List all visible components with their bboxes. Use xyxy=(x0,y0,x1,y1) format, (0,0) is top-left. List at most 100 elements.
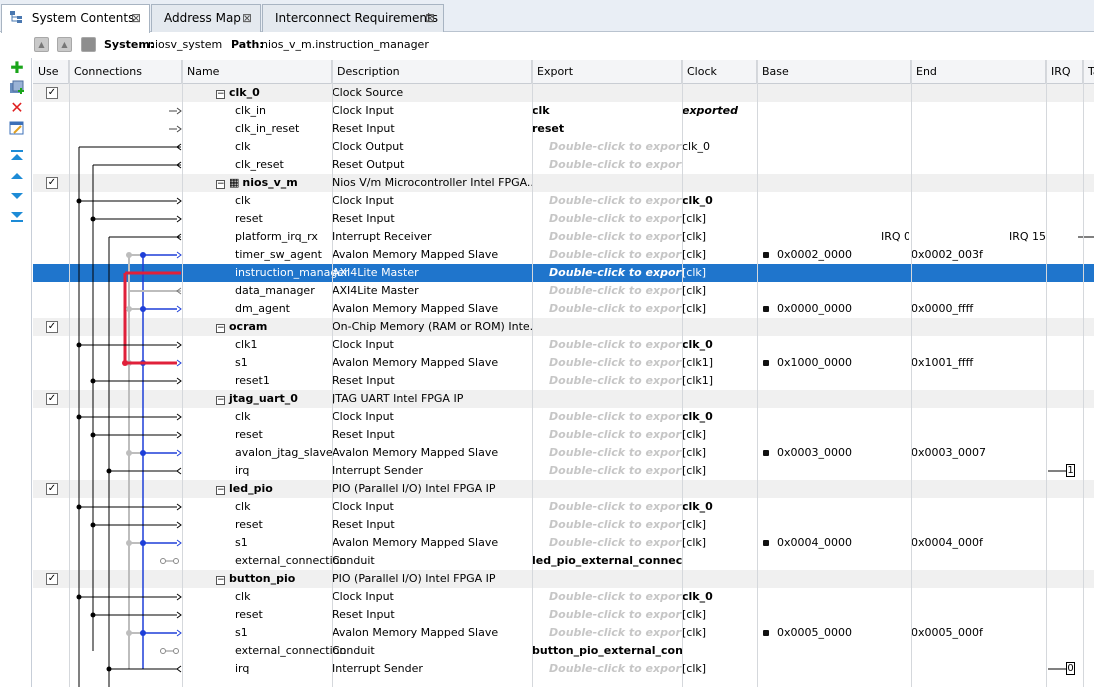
column-header-description[interactable]: Description xyxy=(332,60,532,84)
export-cell[interactable]: reset xyxy=(532,120,682,138)
export-hint[interactable]: Double-click to export xyxy=(532,498,682,516)
clock-cell[interactable]: [clk] xyxy=(682,282,758,300)
unconnected-port[interactable] xyxy=(160,648,166,654)
column-header-use[interactable]: Use xyxy=(33,60,69,84)
export-hint[interactable]: Double-click to export xyxy=(532,210,682,228)
connections-graph[interactable] xyxy=(33,84,213,687)
clock-cell[interactable]: clk_0 xyxy=(682,408,758,426)
column-header-export[interactable]: Export xyxy=(532,60,682,84)
end-address-cell[interactable]: 0x0003_0007 xyxy=(911,444,1041,462)
collapse-icon[interactable]: − xyxy=(216,90,225,99)
tab-system-contents[interactable]: System Contents ⊠ xyxy=(1,4,150,33)
lock-icon[interactable] xyxy=(763,450,769,456)
collapse-icon[interactable]: − xyxy=(216,486,225,495)
column-header-irq[interactable]: IRQ xyxy=(1046,60,1083,84)
lock-icon[interactable] xyxy=(763,252,769,258)
lock-icon[interactable] xyxy=(763,360,769,366)
clock-cell[interactable]: [clk] xyxy=(682,606,758,624)
column-header-name[interactable]: Name xyxy=(182,60,332,84)
export-hint[interactable]: Double-click to export xyxy=(532,138,682,156)
clock-cell[interactable]: exported xyxy=(682,102,758,120)
edit-icon[interactable] xyxy=(9,120,25,136)
export-hint[interactable]: Double-click to export xyxy=(532,516,682,534)
column-header-tags[interactable]: Ta xyxy=(1083,60,1094,84)
export-hint[interactable]: Double-click to export xyxy=(532,408,682,426)
clock-cell[interactable]: clk_0 xyxy=(682,138,758,156)
tab-address-map[interactable]: Address Map ⊠ xyxy=(151,4,261,32)
add-icon[interactable]: ✚ xyxy=(9,60,25,76)
base-address-cell[interactable]: 0x1000_0000 xyxy=(759,354,909,372)
add-component-icon[interactable] xyxy=(9,80,25,96)
close-icon[interactable]: ⊠ xyxy=(425,5,435,31)
end-address-cell[interactable]: 0x1001_ffff xyxy=(911,354,1041,372)
export-hint[interactable]: Double-click to export xyxy=(532,282,682,300)
export-hint[interactable]: Double-click to export xyxy=(532,624,682,642)
base-address-cell[interactable]: 0x0003_0000 xyxy=(759,444,909,462)
close-icon[interactable]: ⊠ xyxy=(242,5,252,31)
unconnected-port[interactable] xyxy=(160,558,166,564)
close-icon[interactable]: ⊠ xyxy=(131,5,141,31)
export-hint[interactable]: Double-click to export xyxy=(532,354,682,372)
clock-cell[interactable]: [clk] xyxy=(682,462,758,480)
clock-cell[interactable]: clk_0 xyxy=(682,498,758,516)
export-hint[interactable]: Double-click to export xyxy=(532,372,682,390)
export-hint[interactable]: Double-click to export xyxy=(532,336,682,354)
clock-cell[interactable]: [clk1] xyxy=(682,372,758,390)
unconnected-port[interactable] xyxy=(173,558,179,564)
move-bottom-icon[interactable] xyxy=(9,208,25,224)
collapse-icon[interactable]: − xyxy=(216,396,225,405)
base-address-cell[interactable]: 0x0005_0000 xyxy=(759,624,909,642)
export-hint[interactable]: Double-click to export xyxy=(532,192,682,210)
clock-cell[interactable]: clk_0 xyxy=(682,336,758,354)
export-hint[interactable]: Double-click to export xyxy=(532,534,682,552)
base-address-cell[interactable]: 0x0004_0000 xyxy=(759,534,909,552)
clock-cell[interactable]: clk_0 xyxy=(682,588,758,606)
move-down-icon[interactable] xyxy=(9,188,25,204)
clock-cell[interactable]: clk_0 xyxy=(682,192,758,210)
column-header-connections[interactable]: Connections xyxy=(69,60,182,84)
export-hint[interactable]: Double-click to export xyxy=(532,264,682,282)
clock-cell[interactable]: [clk1] xyxy=(682,354,758,372)
move-top-icon[interactable] xyxy=(9,148,25,164)
clock-cell[interactable]: [clk] xyxy=(682,210,758,228)
clock-cell[interactable]: [clk] xyxy=(682,228,758,246)
export-hint[interactable]: Double-click to export xyxy=(532,228,682,246)
unconnected-port[interactable] xyxy=(173,648,179,654)
collapse-icon[interactable]: − xyxy=(216,180,225,189)
export-hint[interactable]: Double-click to export xyxy=(532,660,682,678)
lock-icon[interactable] xyxy=(763,306,769,312)
clock-cell[interactable]: [clk] xyxy=(682,264,758,282)
end-address-cell[interactable]: 0x0000_ffff xyxy=(911,300,1041,318)
export-cell[interactable]: button_pio_external_connect... xyxy=(532,642,682,660)
export-hint[interactable]: Double-click to export xyxy=(532,444,682,462)
export-hint[interactable]: Double-click to export xyxy=(532,588,682,606)
end-address-cell[interactable]: 0x0004_000f xyxy=(911,534,1041,552)
clock-cell[interactable]: [clk] xyxy=(682,246,758,264)
export-hint[interactable]: Double-click to export xyxy=(532,606,682,624)
export-hint[interactable]: Double-click to export xyxy=(532,300,682,318)
collapse-icon[interactable]: − xyxy=(216,324,225,333)
column-header-clock[interactable]: Clock xyxy=(682,60,757,84)
clock-cell[interactable]: [clk] xyxy=(682,426,758,444)
collapse-icon[interactable]: − xyxy=(216,576,225,585)
move-up-icon[interactable] xyxy=(9,168,25,184)
remove-icon[interactable]: ✕ xyxy=(9,100,25,116)
clock-cell[interactable]: [clk] xyxy=(682,660,758,678)
export-cell[interactable]: clk xyxy=(532,102,682,120)
end-address-cell[interactable]: 0x0005_000f xyxy=(911,624,1041,642)
column-header-end[interactable]: End xyxy=(911,60,1046,84)
end-address-cell[interactable]: 0x0002_003f xyxy=(911,246,1041,264)
clock-cell[interactable]: [clk] xyxy=(682,444,758,462)
base-address-cell[interactable]: 0x0002_0000 xyxy=(759,246,909,264)
column-header-base[interactable]: Base xyxy=(757,60,911,84)
clock-cell[interactable]: [clk] xyxy=(682,624,758,642)
export-cell[interactable]: led_pio_external_connection xyxy=(532,552,682,570)
export-hint[interactable]: Double-click to export xyxy=(532,156,682,174)
export-hint[interactable]: Double-click to export xyxy=(532,462,682,480)
clock-cell[interactable]: [clk] xyxy=(682,534,758,552)
lock-icon[interactable] xyxy=(763,630,769,636)
clock-cell[interactable]: [clk] xyxy=(682,516,758,534)
collapse-all-button[interactable]: ▲ xyxy=(34,37,49,52)
clock-cell[interactable]: [clk] xyxy=(682,300,758,318)
up-level-button[interactable]: ▲ xyxy=(57,37,72,52)
